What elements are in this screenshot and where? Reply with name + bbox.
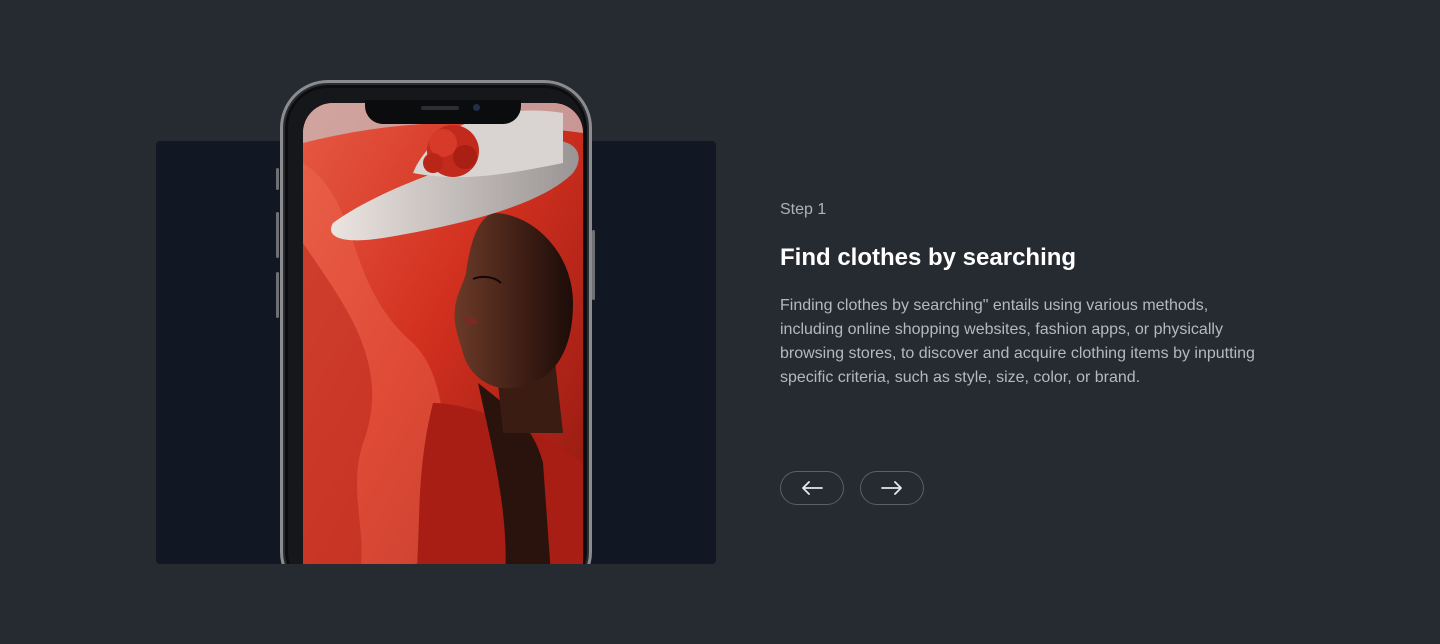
step-title: Find clothes by searching — [780, 244, 1077, 271]
step-label: Step 1 — [780, 201, 827, 218]
step-description: Finding clothes by searching" entails us… — [780, 297, 1255, 386]
phone-side-button — [276, 168, 279, 190]
arrow-right-icon — [881, 481, 902, 495]
phone-power-button — [592, 230, 595, 300]
fashion-model-photo — [303, 103, 583, 564]
phone-frame — [280, 80, 592, 564]
previous-button[interactable] — [780, 471, 844, 505]
carousel-controls — [780, 471, 924, 505]
step-content: Step 1 Find clothes by searching Finding… — [780, 198, 1280, 390]
phone-notch — [365, 100, 521, 124]
next-button[interactable] — [860, 471, 924, 505]
arrow-left-icon — [802, 481, 823, 495]
phone-volume-up — [276, 212, 279, 258]
phone-camera — [473, 104, 480, 111]
phone-mockup — [276, 80, 596, 564]
phone-volume-down — [276, 272, 279, 318]
phone-screen — [303, 103, 583, 564]
phone-speaker — [421, 106, 459, 110]
